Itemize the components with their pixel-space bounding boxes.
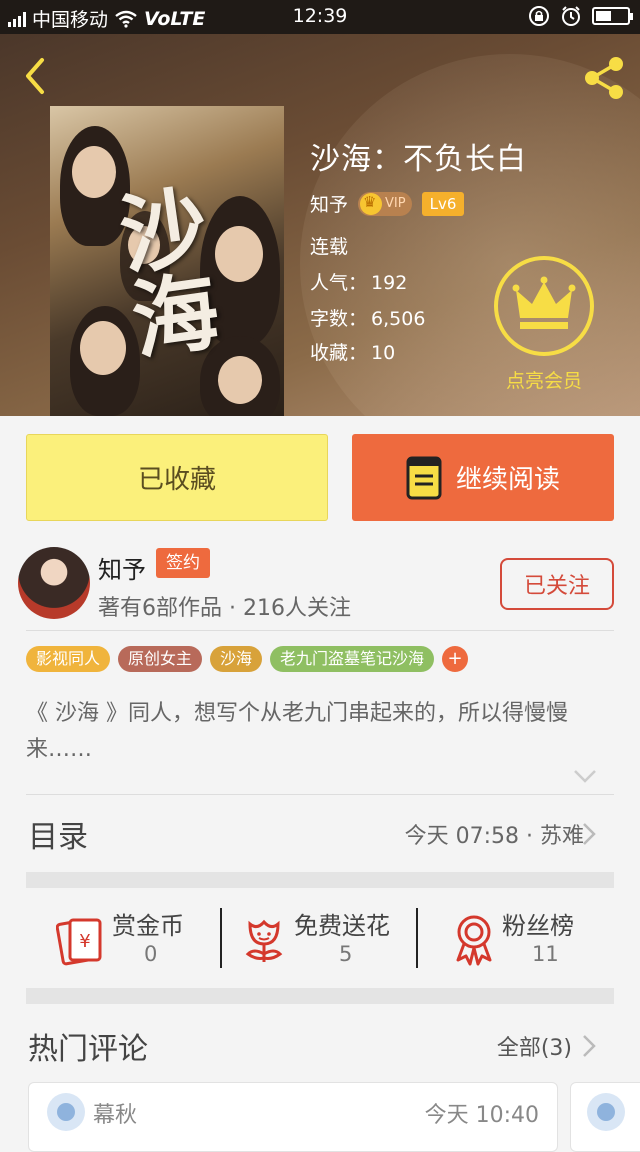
reward-value: 5 [339,942,353,966]
vip-badge: VIP [358,191,412,216]
collected-label: 已收藏 [137,465,216,495]
favorites-value: 10 [371,342,396,364]
divider [26,630,614,631]
member-button[interactable] [494,256,594,356]
reward-value: 0 [144,942,158,966]
chevron-down-icon[interactable] [572,766,598,786]
alarm-icon [562,6,580,26]
book-author[interactable]: 知予 [310,190,348,217]
follow-label: 已关注 [523,574,590,599]
tag-item[interactable]: 沙海 [210,646,263,672]
book-cover[interactable]: 沙海 [50,106,284,416]
popularity-label: 人气： [310,272,368,294]
free-flower-button[interactable]: 免费送花 5 [242,904,402,966]
add-tag-button[interactable]: + [442,646,469,672]
hot-comments-title: 热门评论 [28,1032,148,1067]
book-header: 沙海 沙海：不负长白 知予 VIP Lv6 连载 人气：192 字数：6,506… [0,34,640,416]
chevron-right-icon [583,1035,596,1057]
book-description: 《 沙海 》同人，想写个从老九门串起来的，所以得慢慢来…… [26,701,568,762]
cover-title: 沙海 [99,179,224,365]
section-separator [26,988,614,1004]
rotation-lock-icon [529,6,549,26]
all-comments-label: 全部(3) [496,1036,572,1061]
level-badge: Lv6 [421,191,465,216]
signed-badge: 签约 [156,548,210,578]
words-row: 字数： 6,506 [310,304,425,331]
red-envelope-icon: ¥ [56,918,102,966]
status-bar: 中国移动 VoLTE 12:39 [0,0,640,34]
reward-value: 11 [532,942,559,966]
popularity-value: 192 [371,272,408,294]
comment-card[interactable]: 幕秋 今天 10:40 [28,1082,558,1152]
tag-item[interactable]: 老九门盗墓笔记沙海 [270,646,435,672]
favorites-label: 收藏： [310,342,368,364]
tag-item[interactable]: 原创女主 [118,646,203,672]
reward-divider [416,908,418,968]
reward-coins-button[interactable]: ¥ 赏金币 0 [56,904,216,966]
popularity-row: 人气： 192 [310,268,407,295]
commenter-avatar [47,1093,85,1131]
tag-item[interactable]: 影视同人 [26,646,111,672]
divider [26,794,614,795]
commenter-name: 幕秋 [93,1103,138,1128]
words-value: 6,506 [371,308,426,330]
status-right [528,5,633,27]
member-label[interactable]: 点亮会员 [494,366,594,393]
svg-text:¥: ¥ [79,931,90,952]
back-icon[interactable] [18,56,58,96]
reward-label: 免费送花 [294,912,390,940]
commenter-avatar [587,1093,625,1131]
follow-button[interactable]: 已关注 [500,558,614,610]
tag-list: 影视同人 原创女主 沙海 老九门盗墓笔记沙海 + [26,646,469,672]
chevron-right-icon [583,823,596,845]
catalog-latest: 今天 07:58 · 苏难 [404,824,584,849]
catalog-title: 目录 [28,820,88,855]
author-name[interactable]: 知予 [98,550,146,585]
crown-icon [512,276,576,329]
comment-time: 今天 10:40 [424,1103,539,1128]
reward-divider [220,908,222,968]
reward-label: 粉丝榜 [502,912,574,940]
reward-label: 赏金币 [112,912,184,940]
section-separator [26,872,614,888]
battery-icon [592,7,633,25]
favorites-row: 收藏： 10 [310,338,395,365]
collected-button[interactable]: 已收藏 [26,434,328,521]
continue-reading-button[interactable]: 继续阅读 [352,434,614,521]
vip-label: VIP [385,196,406,211]
book-title: 沙海：不负长白 [310,142,527,177]
medal-icon [456,915,492,966]
author-row: 知予 VIP Lv6 [310,190,465,217]
author-avatar[interactable] [18,547,90,619]
book-icon [406,456,442,499]
book-status: 连载 [310,236,349,258]
crown-icon [360,192,383,215]
continue-reading-label: 继续阅读 [455,465,560,495]
fan-ranking-button[interactable]: 粉丝榜 11 [452,904,612,966]
share-icon[interactable] [580,54,628,102]
flower-icon [245,919,283,962]
author-stats: 著有6部作品 · 216人关注 [98,596,351,621]
comment-card[interactable] [570,1082,640,1152]
words-label: 字数： [310,308,368,330]
